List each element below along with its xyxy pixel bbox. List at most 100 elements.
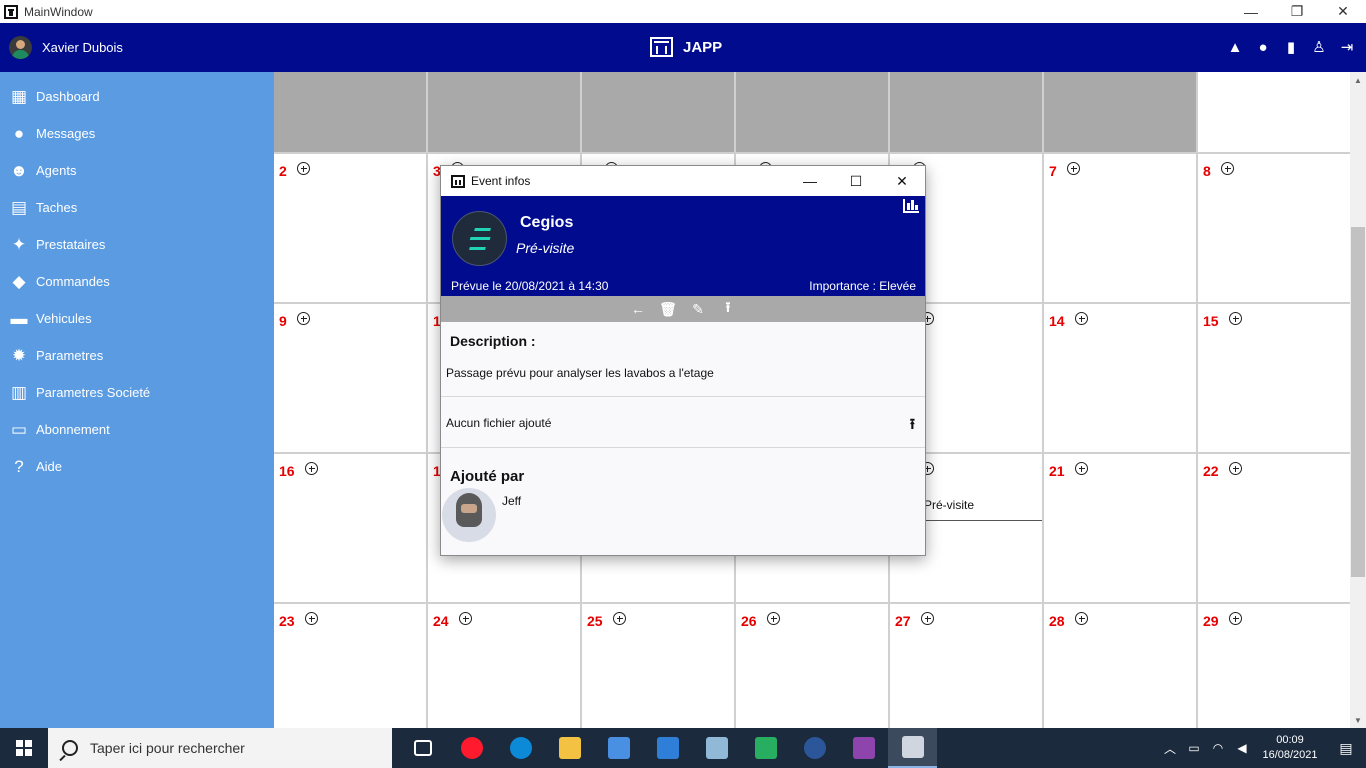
calendar-day-cell[interactable]: 8 xyxy=(1198,154,1350,304)
add-event-icon[interactable] xyxy=(305,612,318,625)
add-event-icon[interactable] xyxy=(305,462,318,475)
start-button[interactable] xyxy=(0,728,48,768)
add-event-icon[interactable] xyxy=(1075,462,1088,475)
added-by-section: Ajouté par Jeff xyxy=(441,448,925,555)
taskbar-app-notes[interactable] xyxy=(692,728,741,768)
sidebar-item-parametres-societ-[interactable]: ▥ Parametres Societé xyxy=(0,374,274,411)
sidebar-item-taches[interactable]: ▤ Taches xyxy=(0,189,274,226)
bar-chart-icon[interactable] xyxy=(903,199,919,213)
calendar-day-cell[interactable]: 9 xyxy=(274,304,428,454)
dialog-maximize-button[interactable]: ☐ xyxy=(833,166,879,196)
add-event-icon[interactable] xyxy=(921,612,934,625)
calendar-day-cell[interactable] xyxy=(428,72,582,154)
day-number: 28 xyxy=(1049,613,1065,629)
day-number: 29 xyxy=(1203,613,1219,629)
taskbar-app-store[interactable] xyxy=(594,728,643,768)
calendar-day-cell[interactable]: 21 xyxy=(1044,454,1198,604)
opera-icon xyxy=(460,737,483,759)
sidebar-item-messages[interactable]: ● Messages xyxy=(0,115,274,152)
sidebar-item-dashboard[interactable]: ▦ Dashboard xyxy=(0,78,274,115)
sidebar-item-parametres[interactable]: ✹ Parametres xyxy=(0,337,274,374)
calendar-day-cell[interactable]: 15 xyxy=(1198,304,1350,454)
taskbar-app-task-view[interactable] xyxy=(398,728,447,768)
trash-icon[interactable]: 🗑 xyxy=(659,300,677,318)
scrollbar[interactable]: ▲ ▼ xyxy=(1350,72,1366,728)
calendar-day-cell[interactable] xyxy=(1198,72,1350,154)
calendar-day-cell[interactable]: 7 xyxy=(1044,154,1198,304)
calendar-day-cell[interactable]: 14 xyxy=(1044,304,1198,454)
taskbar-app-paint[interactable] xyxy=(741,728,790,768)
back-icon[interactable]: ← xyxy=(629,300,647,318)
taskbar-app-word-app[interactable] xyxy=(790,728,839,768)
taskbar-search[interactable]: Taper ici pour rechercher xyxy=(48,728,392,768)
edit-icon[interactable]: ✎ xyxy=(689,300,707,318)
minimize-button[interactable]: — xyxy=(1228,0,1274,23)
add-event-icon[interactable] xyxy=(1229,462,1242,475)
calendar-event[interactable]: Pré-visite xyxy=(924,498,974,512)
calendar-day-cell[interactable]: 23 xyxy=(274,604,428,728)
maximize-button[interactable]: ❐ xyxy=(1274,0,1320,23)
walking-icon[interactable]: ♙ xyxy=(1310,38,1328,56)
scroll-up-icon[interactable]: ▲ xyxy=(1350,72,1366,88)
sidebar-item-abonnement[interactable]: ▭ Abonnement xyxy=(0,411,274,448)
calendar-day-cell[interactable]: 16 xyxy=(274,454,428,604)
calendar-day-cell[interactable]: 2 xyxy=(274,154,428,304)
calendar-day-cell[interactable]: 27 xyxy=(890,604,1044,728)
calendar-day-cell[interactable]: 22 xyxy=(1198,454,1350,604)
file-upload-icon[interactable]: ⭱ xyxy=(910,414,915,439)
battery-icon[interactable]: ▭ xyxy=(1182,741,1206,755)
add-event-icon[interactable] xyxy=(1075,612,1088,625)
wifi-icon[interactable]: ◠ xyxy=(1206,741,1230,755)
upload-icon[interactable]: ⭱ xyxy=(719,299,737,318)
sidebar-item-vehicules[interactable]: ▬ Vehicules xyxy=(0,300,274,337)
taskbar-app-visual-studio[interactable] xyxy=(839,728,888,768)
calendar-day-cell[interactable]: 26 xyxy=(736,604,890,728)
dialog-minimize-button[interactable]: — xyxy=(787,166,833,196)
clock[interactable]: 00:09 16/08/2021 xyxy=(1254,733,1326,763)
sidebar-item-commandes[interactable]: ◆ Commandes xyxy=(0,263,274,300)
calendar-day-cell[interactable] xyxy=(582,72,736,154)
taskbar-app-japp[interactable] xyxy=(888,728,937,768)
sidebar-item-prestataires[interactable]: ✦ Prestataires xyxy=(0,226,274,263)
taskbar-app-edge[interactable] xyxy=(496,728,545,768)
add-event-icon[interactable] xyxy=(297,162,310,175)
add-event-icon[interactable] xyxy=(1067,162,1080,175)
add-event-icon[interactable] xyxy=(459,612,472,625)
volume-icon[interactable]: ◀ xyxy=(1230,741,1254,755)
add-event-icon[interactable] xyxy=(767,612,780,625)
taskbar-app-file-explorer[interactable] xyxy=(545,728,594,768)
calendar-day-cell[interactable] xyxy=(274,72,428,154)
calendar-day-cell[interactable] xyxy=(890,72,1044,154)
calendar-day-cell[interactable] xyxy=(1044,72,1198,154)
sidebar-item-agents[interactable]: ☻ Agents xyxy=(0,152,274,189)
sidebar-item-label: Taches xyxy=(36,200,78,215)
add-event-icon[interactable] xyxy=(1075,312,1088,325)
calendar-day-cell[interactable]: 29 xyxy=(1198,604,1350,728)
sidebar-item-aide[interactable]: ? Aide xyxy=(0,448,274,485)
calendar-day-cell[interactable] xyxy=(736,72,890,154)
add-event-icon[interactable] xyxy=(297,312,310,325)
taskbar-app-opera[interactable] xyxy=(447,728,496,768)
close-button[interactable]: ✕ xyxy=(1320,0,1366,23)
user-profile[interactable]: Xavier Dubois xyxy=(9,36,123,59)
warning-icon[interactable]: ▲ xyxy=(1226,38,1244,56)
chevron-up-icon[interactable]: ︿ xyxy=(1158,740,1182,757)
add-event-icon[interactable] xyxy=(613,612,626,625)
clipboard-icon[interactable]: ▮ xyxy=(1282,38,1300,56)
scroll-down-icon[interactable]: ▼ xyxy=(1350,712,1366,728)
chat-icon[interactable]: ● xyxy=(1254,38,1272,56)
calendar-day-cell[interactable]: 25 xyxy=(582,604,736,728)
scroll-thumb[interactable] xyxy=(1351,227,1365,577)
taskbar-app-mail[interactable] xyxy=(643,728,692,768)
dialog-close-button[interactable]: ✕ xyxy=(879,166,925,196)
logout-icon[interactable]: ⇥ xyxy=(1338,38,1356,56)
description-section: Description : Passage prévu pour analyse… xyxy=(441,322,925,397)
add-event-icon[interactable] xyxy=(1221,162,1234,175)
calendar-day-cell[interactable]: 28 xyxy=(1044,604,1198,728)
notification-icon[interactable]: ▤ xyxy=(1326,740,1366,757)
add-event-icon[interactable] xyxy=(1229,612,1242,625)
task-view-icon xyxy=(413,740,432,756)
calendar-day-cell[interactable]: 24 xyxy=(428,604,582,728)
clock-time: 00:09 xyxy=(1276,734,1304,746)
add-event-icon[interactable] xyxy=(1229,312,1242,325)
